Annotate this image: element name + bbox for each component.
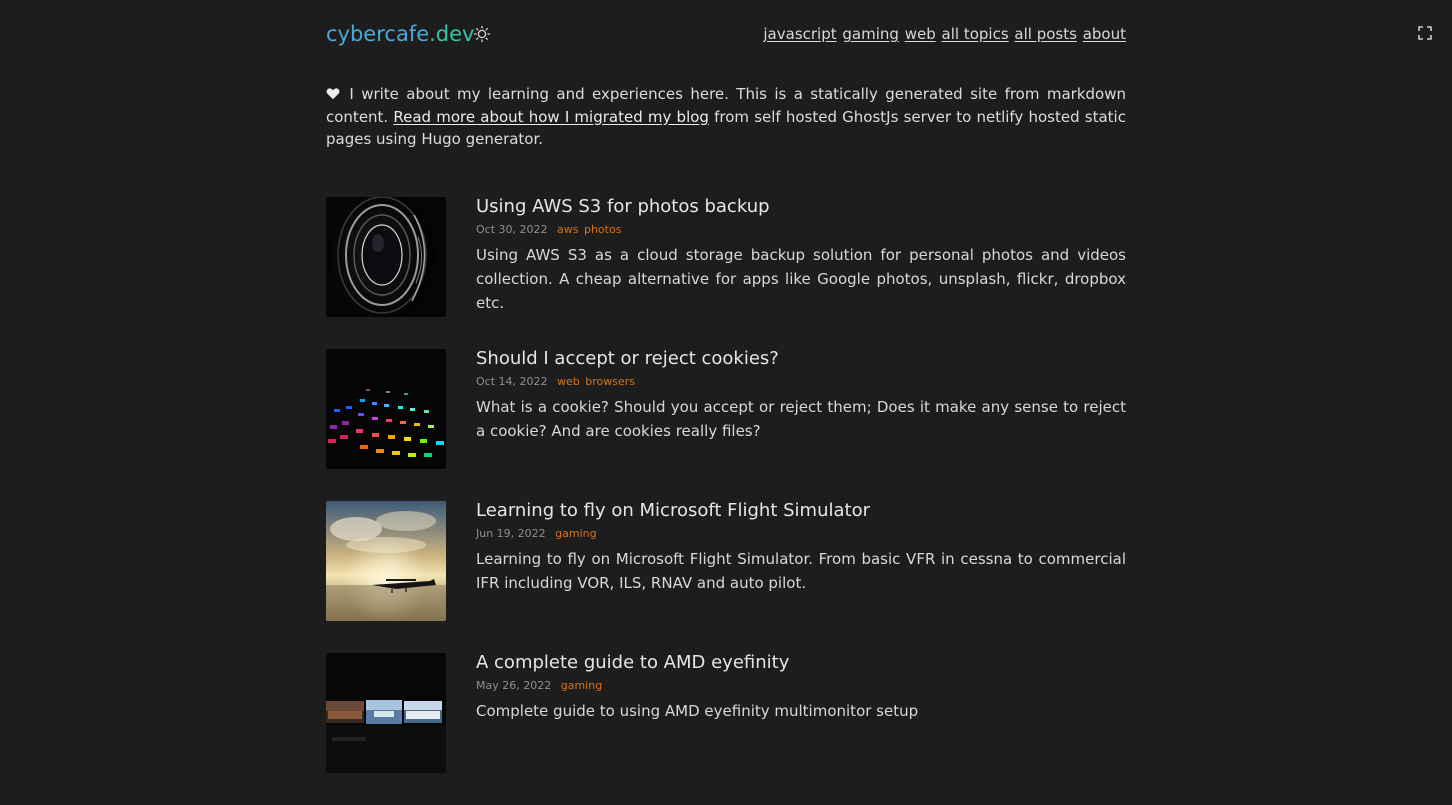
post-meta: Jun 19, 2022 gaming xyxy=(476,527,1126,541)
post-meta: Oct 14, 2022 web browsers xyxy=(476,375,1126,389)
post-excerpt: What is a cookie? Should you accept or r… xyxy=(476,398,1126,440)
post-date: Oct 30, 2022 xyxy=(476,223,548,236)
post-thumbnail-airplane[interactable] xyxy=(326,501,446,621)
nav-link-all-posts[interactable]: all posts xyxy=(1014,25,1077,43)
fullscreen-icon[interactable] xyxy=(1418,26,1432,40)
post-item: Using AWS S3 for photos backup Oct 30, 2… xyxy=(326,197,1126,349)
top-nav: javascript gaming web all topics all pos… xyxy=(762,24,1126,44)
post-excerpt: Learning to fly on Microsoft Flight Simu… xyxy=(476,550,1126,592)
post-date: Jun 19, 2022 xyxy=(476,527,546,540)
post-item: A complete guide to AMD eyefinity May 26… xyxy=(326,653,1126,805)
post-thumbnail-camera-lens[interactable] xyxy=(326,197,446,317)
post-title[interactable]: Should I accept or reject cookies? xyxy=(476,349,1126,369)
heart-icon xyxy=(326,88,340,100)
post-excerpt: Using AWS S3 as a cloud storage backup s… xyxy=(476,246,1126,312)
intro-text: I write about my learning and experience… xyxy=(326,83,1126,151)
camera-lens-image xyxy=(326,197,446,317)
post-tag[interactable]: web xyxy=(557,375,580,388)
post-title[interactable]: A complete guide to AMD eyefinity xyxy=(476,653,1126,673)
nav-link-all-topics[interactable]: all topics xyxy=(942,25,1009,43)
post-date: May 26, 2022 xyxy=(476,679,552,692)
post-list: Using AWS S3 for photos backup Oct 30, 2… xyxy=(326,197,1126,805)
logo-main: cybercafe xyxy=(326,22,430,46)
site-header: cybercafe.dev javascript gaming web all … xyxy=(326,20,1126,48)
nav-link-about[interactable]: about xyxy=(1083,25,1126,43)
site-logo[interactable]: cybercafe.dev xyxy=(326,20,474,48)
logo-suffix: .dev xyxy=(429,22,475,46)
post-tag[interactable]: aws xyxy=(557,223,578,236)
post-body: A complete guide to AMD eyefinity May 26… xyxy=(476,653,1126,723)
post-meta: Oct 30, 2022 aws photos xyxy=(476,223,1126,237)
nav-link-web[interactable]: web xyxy=(905,25,936,43)
triple-monitor-image xyxy=(326,653,446,773)
airplane-sunset-image xyxy=(326,501,446,621)
migration-post-link[interactable]: Read more about how I migrated my blog xyxy=(393,108,709,126)
post-item: Should I accept or reject cookies? Oct 1… xyxy=(326,349,1126,501)
post-body: Learning to fly on Microsoft Flight Simu… xyxy=(476,501,1126,595)
nav-link-javascript[interactable]: javascript xyxy=(763,25,836,43)
post-thumbnail-keyboard[interactable] xyxy=(326,349,446,469)
post-item: Learning to fly on Microsoft Flight Simu… xyxy=(326,501,1126,653)
post-tag[interactable]: browsers xyxy=(585,375,635,388)
nav-link-gaming[interactable]: gaming xyxy=(842,25,899,43)
post-tag[interactable]: photos xyxy=(584,223,621,236)
post-thumbnail-monitors[interactable] xyxy=(326,653,446,773)
post-body: Should I accept or reject cookies? Oct 1… xyxy=(476,349,1126,443)
post-body: Using AWS S3 for photos backup Oct 30, 2… xyxy=(476,197,1126,315)
post-tag[interactable]: gaming xyxy=(561,679,602,692)
post-title[interactable]: Learning to fly on Microsoft Flight Simu… xyxy=(476,501,1126,521)
post-meta: May 26, 2022 gaming xyxy=(476,679,1126,693)
sun-icon[interactable] xyxy=(473,25,491,43)
rgb-keyboard-image xyxy=(326,349,446,469)
post-date: Oct 14, 2022 xyxy=(476,375,548,388)
post-excerpt: Complete guide to using AMD eyefinity mu… xyxy=(476,702,919,720)
post-tag[interactable]: gaming xyxy=(555,527,596,540)
post-title[interactable]: Using AWS S3 for photos backup xyxy=(476,197,1126,217)
